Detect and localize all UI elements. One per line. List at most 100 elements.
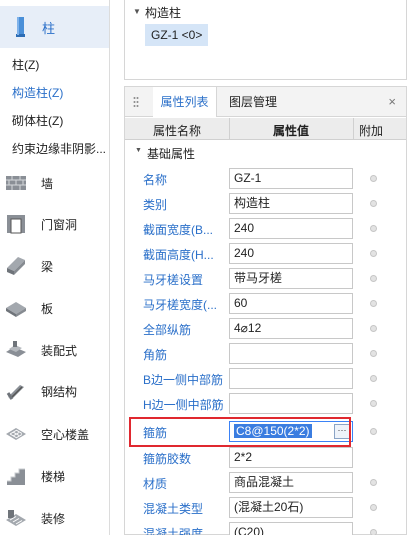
property-value-input[interactable]: 240 [229,218,353,239]
property-name: 马牙槎设置 [143,273,204,287]
category-hollow-floor[interactable]: 空心楼盖 [0,419,109,449]
property-name: 角筋 [143,348,168,362]
group-basic-properties[interactable]: ▼ 基础属性 [125,142,406,162]
table-row: 马牙槎宽度(... 60 [125,291,406,316]
category-label: 墙 [41,176,54,191]
door-window-icon [7,215,25,234]
extra-checkbox[interactable] [370,200,377,207]
property-name: H边一侧中部筋 [143,398,224,412]
property-value-input[interactable]: GZ-1 [229,168,353,189]
extra-checkbox[interactable] [370,428,377,435]
table-row: 全部纵筋 4⌀12 [125,316,406,341]
extra-checkbox[interactable] [370,375,377,382]
extra-checkbox[interactable] [370,325,377,332]
sidebar-item-column[interactable]: 柱(Z) [12,56,39,73]
prefab-icon [6,341,26,357]
property-value-input[interactable]: 商品混凝土 [229,472,353,493]
category-label: 钢结构 [41,384,78,399]
extra-checkbox[interactable] [370,529,377,535]
table-row: 混凝土类型 (混凝土20石) [125,495,406,520]
sidebar-item-structural-column[interactable]: 构造柱(Z) [12,84,63,101]
tree-group-label[interactable]: 构造柱 [145,4,181,21]
category-slab[interactable]: 板 [0,293,109,323]
collapse-arrow-icon[interactable]: ▼ [135,147,142,154]
property-value-input[interactable]: 4⌀12 [229,318,353,339]
property-name: 混凝土类型 [143,502,204,516]
property-value-input[interactable]: 240 [229,243,353,264]
category-beam[interactable]: 梁 [0,251,109,281]
property-value-input[interactable]: (混凝土20石) [229,497,353,518]
component-tree: ▼ 构造柱 GZ-1 <0> [124,0,407,80]
tab-property-list[interactable]: 属性列表 [153,87,217,117]
property-name: 箍筋胶数 [143,452,192,466]
category-label: 板 [41,301,54,316]
drag-grip-icon[interactable] [133,96,139,108]
category-prefab[interactable]: 装配式 [0,335,109,365]
category-label: 楼梯 [41,469,66,484]
extra-checkbox[interactable] [370,225,377,232]
category-label: 装配式 [41,343,78,358]
extra-checkbox[interactable] [370,250,377,257]
left-navigation: 柱 柱(Z) 构造柱(Z) 砌体柱(Z) 约束边缘非阴影... 墙 门窗洞 梁 [0,0,110,535]
panel-tabs: 属性列表 图层管理 × [125,87,406,117]
beam-icon [7,257,25,275]
property-value-input[interactable]: 2*2 [229,447,353,468]
table-row: 马牙槎设置 带马牙槎 [125,266,406,291]
property-name: 马牙槎宽度(... [143,298,217,312]
property-value-input[interactable]: 60 [229,293,353,314]
extra-checkbox[interactable] [370,275,377,282]
category-stair[interactable]: 楼梯 [0,461,109,491]
tree-item-selected[interactable]: GZ-1 <0> [145,24,209,46]
table-row: 截面高度(H... 240 [125,241,406,266]
property-name: 名称 [143,173,168,187]
sidebar-item-constraint-edge[interactable]: 约束边缘非阴影... [12,140,106,157]
table-row: H边一侧中部筋 [125,391,406,416]
property-value-input[interactable] [229,393,353,414]
table-row: 类别 构造柱 [125,191,406,216]
property-value-input[interactable] [229,368,353,389]
group-label: 基础属性 [147,147,196,161]
category-door-window[interactable]: 门窗洞 [0,209,109,239]
column-divider[interactable] [353,118,354,140]
category-column[interactable]: 柱 [0,6,109,48]
column-header-value: 属性值 [273,124,310,138]
table-row: 角筋 [125,341,406,366]
tab-layer-management[interactable]: 图层管理 [229,87,277,117]
table-row: 箍筋胶数 2*2 [125,445,406,470]
properties-panel: 属性列表 图层管理 × 属性名称 属性值 附加 ▼ 基础属性 名称 GZ-1 类… [124,86,407,535]
category-decoration[interactable]: 装修 [0,503,109,533]
property-name: 类别 [143,198,168,212]
column-header-name: 属性名称 [153,124,202,138]
category-steel-structure[interactable]: 钢结构 [0,376,109,406]
table-row: 混凝土强度... (C20) [125,520,406,535]
column-header-extra: 附加 [359,124,384,138]
property-name: 截面高度(H... [143,248,214,262]
wall-icon [6,176,26,190]
sidebar-item-masonry-column[interactable]: 砌体柱(Z) [12,112,63,129]
property-name: 混凝土强度... [143,527,214,535]
table-header: 属性名称 属性值 附加 [125,118,406,140]
category-wall[interactable]: 墙 [0,168,109,198]
decoration-icon [6,510,26,526]
extra-checkbox[interactable] [370,504,377,511]
property-value-input[interactable]: 构造柱 [229,193,353,214]
table-row: 截面宽度(B... 240 [125,216,406,241]
column-icon [16,17,25,37]
category-label: 梁 [41,259,54,274]
extra-checkbox[interactable] [370,400,377,407]
extra-checkbox[interactable] [370,479,377,486]
property-value-input[interactable] [229,343,353,364]
extra-checkbox[interactable] [370,175,377,182]
property-value-input[interactable]: (C20) [229,522,353,535]
extra-checkbox[interactable] [370,300,377,307]
close-icon[interactable]: × [388,94,396,109]
property-name: 全部纵筋 [143,323,192,337]
collapse-arrow-icon[interactable]: ▼ [133,7,141,16]
extra-checkbox[interactable] [370,350,377,357]
highlight-box [129,417,351,447]
category-label: 空心楼盖 [41,427,90,442]
column-divider[interactable] [229,118,230,140]
right-panel: ▼ 构造柱 GZ-1 <0> 属性列表 图层管理 × 属性名称 属性值 附加 ▼… [124,0,407,535]
category-label: 装修 [41,511,66,526]
property-value-input[interactable]: 带马牙槎 [229,268,353,289]
